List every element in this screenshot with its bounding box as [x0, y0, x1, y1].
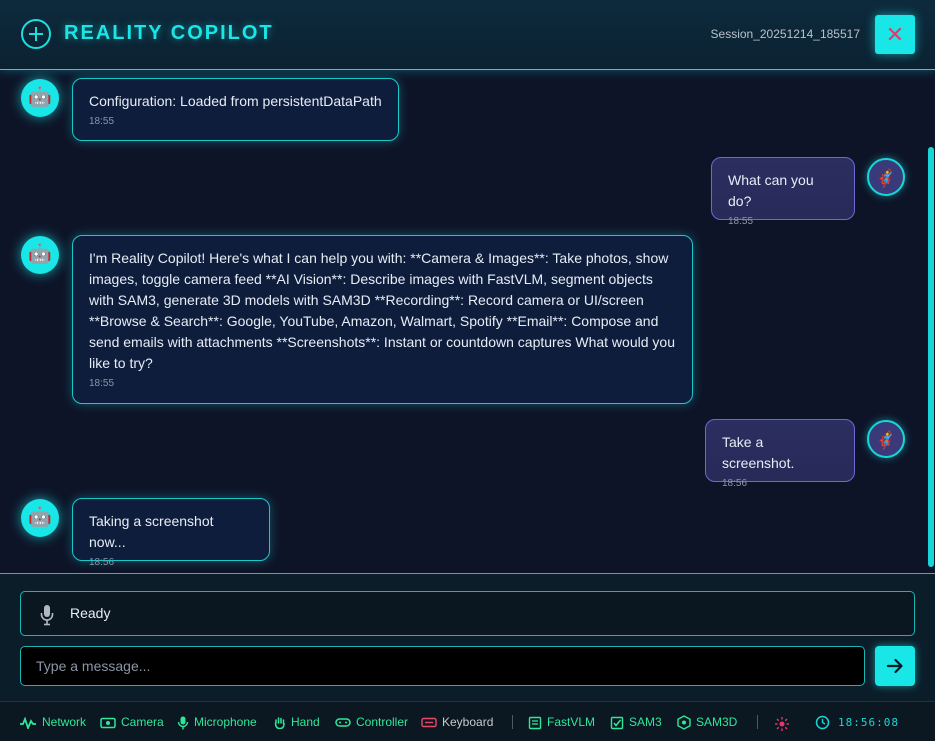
- checkbox-icon: [610, 716, 624, 730]
- status-label: Network: [42, 715, 87, 729]
- status-network: Network: [19, 715, 87, 731]
- user-message: Take a screenshot. 18:56: [705, 419, 855, 489]
- bot-message: Configuration: Loaded from persistentDat…: [72, 78, 399, 141]
- input-area: Ready: [0, 573, 935, 701]
- status-fastvlm: FastVLM: [528, 715, 595, 730]
- message-time: 18:56: [722, 478, 748, 489]
- message-text: I'm Reality Copilot! Here's what I can h…: [89, 250, 675, 371]
- camera-icon: [100, 717, 116, 729]
- hexagon-icon: [677, 715, 691, 731]
- status-label: Keyboard: [442, 715, 494, 729]
- plus-circle-icon: [21, 19, 51, 49]
- message-time: 18:56: [89, 557, 115, 568]
- session-id: Session_20251214_185517: [710, 27, 860, 41]
- status-label: Controller: [356, 715, 409, 729]
- status-label: SAM3D: [696, 715, 738, 729]
- message-text: Configuration: Loaded from persistentDat…: [89, 93, 382, 109]
- status-label: Microphone: [194, 715, 257, 729]
- hand-icon: [274, 717, 285, 730]
- user-message: What can you do? 18:55: [711, 157, 855, 227]
- user-avatar-icon: 🦸: [867, 420, 905, 458]
- robot-icon: 🤖: [21, 499, 59, 537]
- clock-time: 18:56:08: [838, 716, 899, 729]
- message-time: 18:55: [89, 378, 115, 389]
- app-title: REALITY COPILOT: [64, 22, 274, 44]
- robot-icon: 🤖: [21, 79, 59, 117]
- status-label: Camera: [121, 715, 164, 729]
- message-text: Taking a screenshot now...: [89, 513, 214, 550]
- status-camera: Camera: [100, 715, 164, 729]
- message-input[interactable]: [20, 646, 865, 686]
- footer-divider: [512, 715, 513, 729]
- robot-icon: 🤖: [21, 236, 59, 274]
- status-sam3d: SAM3D: [677, 715, 738, 731]
- bot-message: Taking a screenshot now... 18:56: [72, 498, 270, 568]
- message-time: 18:55: [89, 116, 115, 127]
- voice-status-bar[interactable]: Ready: [20, 591, 915, 636]
- status-sam3: SAM3: [610, 715, 662, 730]
- status-hand: Hand: [274, 715, 320, 730]
- header-bar: REALITY COPILOT Session_20251214_185517 …: [0, 0, 935, 70]
- footer-divider: [757, 715, 758, 729]
- status-keyboard: Keyboard: [421, 715, 493, 729]
- status-microphone: Microphone: [177, 715, 257, 730]
- status-footer: Network Camera Microphone Hand Controlle…: [0, 701, 935, 741]
- controller-icon: [335, 718, 351, 728]
- user-avatar-icon: 🦸: [867, 158, 905, 196]
- keyboard-icon: [421, 718, 437, 728]
- status-label: SAM3: [629, 715, 662, 729]
- activity-icon: [20, 716, 36, 731]
- status-controller: Controller: [335, 715, 408, 729]
- message-text: Take a screenshot.: [722, 434, 795, 471]
- document-icon: [528, 716, 542, 730]
- status-text: Ready: [70, 605, 111, 621]
- close-button[interactable]: ✕: [875, 15, 915, 54]
- clock-icon: [815, 715, 835, 730]
- arrow-right-icon: [886, 658, 903, 674]
- microphone-icon: [40, 605, 54, 626]
- chat-history[interactable]: 🤖 Configuration: Loaded from persistentD…: [0, 71, 935, 573]
- sun-icon: [774, 716, 795, 732]
- message-time: 18:55: [728, 216, 754, 227]
- bot-message: I'm Reality Copilot! Here's what I can h…: [72, 235, 693, 404]
- status-label: Hand: [291, 715, 320, 729]
- chat-scrollbar[interactable]: [928, 147, 934, 567]
- status-label: FastVLM: [547, 715, 596, 729]
- message-text: What can you do?: [728, 172, 814, 209]
- send-button[interactable]: [875, 646, 915, 686]
- microphone-icon: [177, 716, 189, 730]
